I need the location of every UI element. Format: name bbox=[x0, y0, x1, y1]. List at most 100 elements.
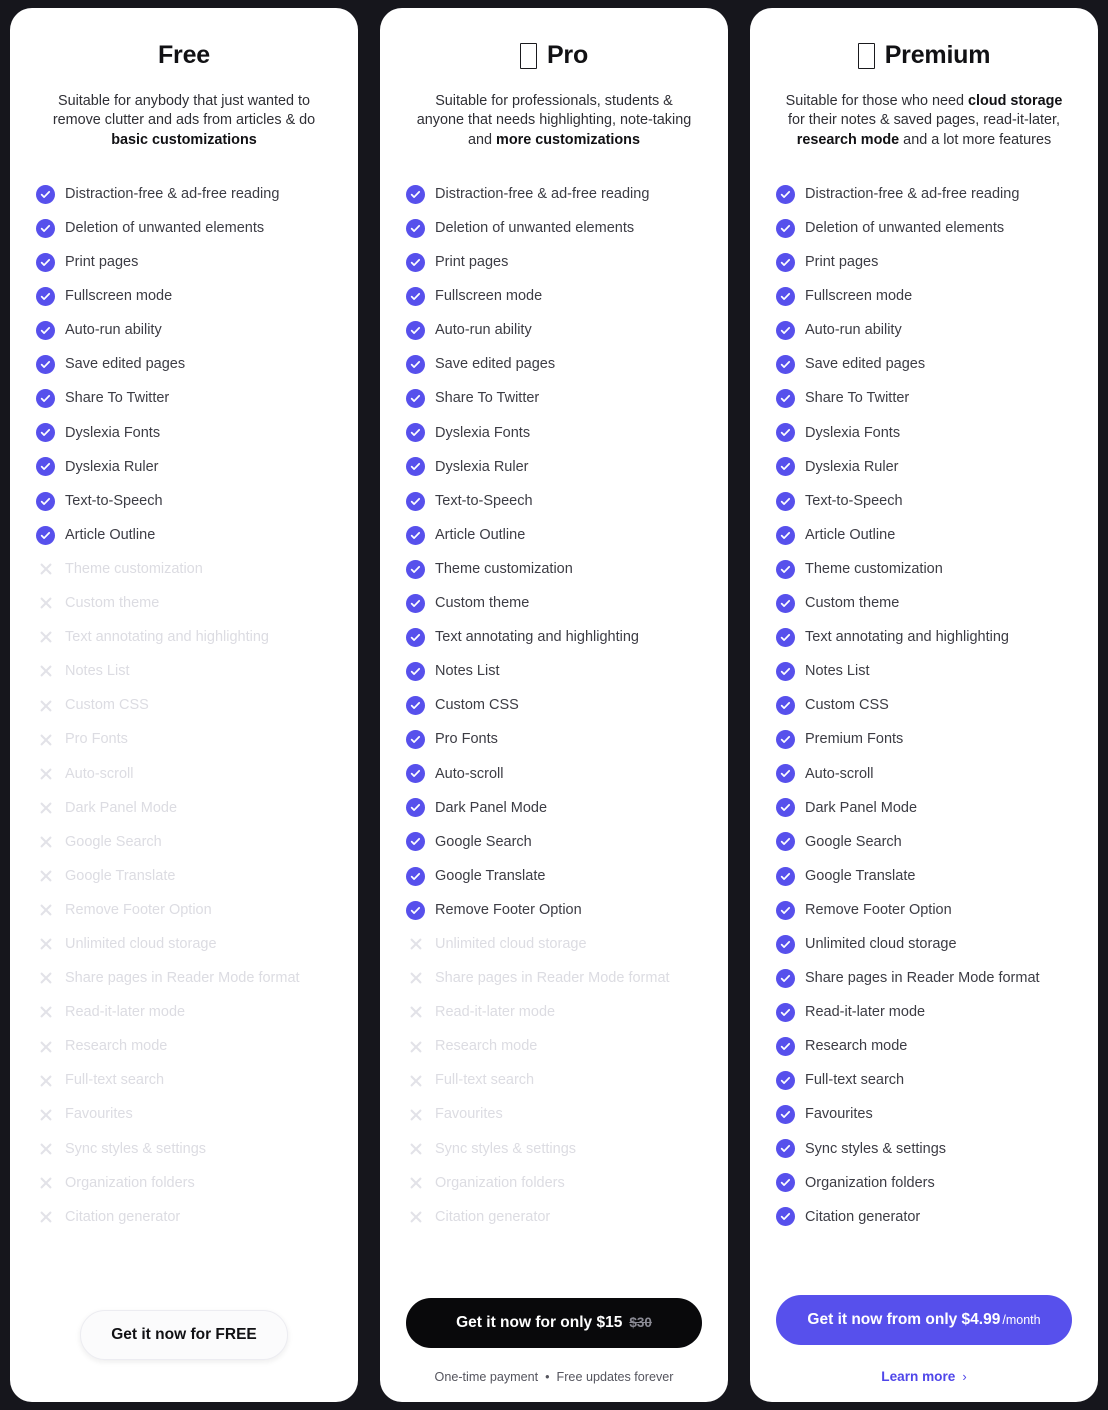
feature-item: Theme customization bbox=[776, 552, 1072, 586]
feature-item: Google Search bbox=[36, 825, 332, 859]
cross-icon bbox=[406, 1037, 425, 1056]
cross-icon bbox=[36, 1105, 55, 1124]
feature-item: Unlimited cloud storage bbox=[36, 927, 332, 961]
feature-label: Full-text search bbox=[65, 1072, 165, 1089]
feature-item: Premium Fonts bbox=[776, 723, 1072, 757]
cross-icon bbox=[36, 1071, 55, 1090]
feature-item: Share To Twitter bbox=[776, 382, 1072, 416]
cross-icon bbox=[36, 560, 55, 579]
learn-more-label: Learn more bbox=[881, 1369, 956, 1384]
feature-label: Fullscreen mode bbox=[435, 288, 543, 305]
feature-item: Sync styles & settings bbox=[36, 1132, 332, 1166]
check-circle-icon bbox=[776, 1105, 795, 1125]
check-circle-icon bbox=[776, 218, 795, 238]
cross-icon bbox=[36, 1003, 55, 1022]
feature-label: Fullscreen mode bbox=[65, 288, 173, 305]
check-circle-icon bbox=[406, 491, 425, 511]
feature-item: Citation generator bbox=[776, 1200, 1072, 1234]
feature-label: Full-text search bbox=[805, 1072, 905, 1089]
cta-button-free[interactable]: Get it now for FREE bbox=[80, 1310, 288, 1360]
feature-label: Distraction-free & ad-free reading bbox=[65, 185, 280, 202]
feature-label: Remove Footer Option bbox=[435, 901, 582, 918]
plan-name: Premium bbox=[884, 41, 991, 69]
check-circle-icon bbox=[36, 321, 55, 341]
cross-icon bbox=[36, 832, 55, 851]
feature-item: Custom CSS bbox=[406, 689, 702, 723]
feature-item: Auto-scroll bbox=[406, 757, 702, 791]
feature-list-free: Distraction-free & ad-free reading Deleti… bbox=[36, 177, 332, 1234]
feature-label: Share To Twitter bbox=[435, 390, 540, 407]
cross-icon bbox=[406, 1139, 425, 1158]
feature-label: Citation generator bbox=[65, 1208, 181, 1225]
check-circle-icon bbox=[776, 1037, 795, 1057]
feature-item: Auto-run ability bbox=[36, 314, 332, 348]
cross-icon bbox=[36, 867, 55, 886]
feature-label: Premium Fonts bbox=[805, 731, 904, 748]
feature-item: Theme customization bbox=[406, 552, 702, 586]
feature-item: Remove Footer Option bbox=[406, 893, 702, 927]
feature-label: Custom theme bbox=[435, 595, 530, 612]
feature-label: Google Translate bbox=[435, 867, 546, 884]
feature-item: Read-it-later mode bbox=[406, 995, 702, 1029]
feature-label: Text-to-Speech bbox=[65, 492, 163, 509]
cta-old-price: $30 bbox=[629, 1315, 652, 1330]
feature-item: Read-it-later mode bbox=[36, 995, 332, 1029]
feature-item: Dark Panel Mode bbox=[776, 791, 1072, 825]
feature-item: Save edited pages bbox=[36, 348, 332, 382]
check-circle-icon bbox=[406, 764, 425, 784]
feature-item: Fullscreen mode bbox=[406, 279, 702, 313]
check-circle-icon bbox=[776, 321, 795, 341]
feature-item: Deletion of unwanted elements bbox=[406, 211, 702, 245]
feature-item: Share pages in Reader Mode format bbox=[36, 961, 332, 995]
plan-footer-free: Get it now for FREE bbox=[36, 1290, 332, 1384]
feature-label: Share pages in Reader Mode format bbox=[65, 970, 300, 987]
plan-footer-premium: Get it now from only $4.99/month Learn mo… bbox=[776, 1275, 1072, 1384]
feature-item: Favourites bbox=[776, 1098, 1072, 1132]
feature-item: Auto-scroll bbox=[776, 757, 1072, 791]
feature-label: Organization folders bbox=[805, 1174, 935, 1191]
check-circle-icon bbox=[406, 218, 425, 238]
feature-label: Google Search bbox=[805, 833, 902, 850]
feature-label: Print pages bbox=[65, 254, 139, 271]
check-circle-icon bbox=[36, 423, 55, 443]
feature-label: Read-it-later mode bbox=[435, 1004, 556, 1021]
check-circle-icon bbox=[776, 355, 795, 375]
learn-more-link[interactable]: Learn more › bbox=[881, 1369, 966, 1384]
feature-label: Favourites bbox=[435, 1106, 503, 1123]
feature-item: Article Outline bbox=[776, 518, 1072, 552]
feature-label: Favourites bbox=[65, 1106, 133, 1123]
feature-label: Dyslexia Fonts bbox=[805, 424, 901, 441]
feature-label: Article Outline bbox=[805, 526, 896, 543]
feature-label: Custom theme bbox=[805, 595, 900, 612]
cross-icon bbox=[406, 1071, 425, 1090]
cross-icon bbox=[36, 1173, 55, 1192]
feature-item: Sync styles & settings bbox=[406, 1132, 702, 1166]
feature-label: Read-it-later mode bbox=[65, 1004, 186, 1021]
feature-label: Pro Fonts bbox=[65, 731, 128, 748]
check-circle-icon bbox=[776, 832, 795, 852]
cta-button-pro[interactable]: Get it now for only $15 $30 bbox=[406, 1298, 702, 1348]
feature-label: Auto-scroll bbox=[805, 765, 874, 782]
plan-card-pro: Pro Suitable for professionals, students … bbox=[380, 8, 728, 1402]
feature-label: Notes List bbox=[435, 663, 500, 680]
feature-item: Save edited pages bbox=[406, 348, 702, 382]
feature-item: Theme customization bbox=[36, 552, 332, 586]
feature-label: Unlimited cloud storage bbox=[805, 935, 957, 952]
plan-title-free: Free bbox=[36, 41, 332, 70]
cta-button-premium[interactable]: Get it now from only $4.99/month bbox=[776, 1295, 1072, 1345]
cta-label: Get it now from only $4.99 bbox=[807, 1311, 1001, 1328]
footer-note-left: One-time payment bbox=[434, 1370, 539, 1384]
plan-description-premium: Suitable for those who need cloud storag… bbox=[785, 92, 1063, 149]
cross-icon bbox=[36, 798, 55, 817]
feature-item: Custom theme bbox=[36, 586, 332, 620]
feature-item: Deletion of unwanted elements bbox=[36, 211, 332, 245]
feature-item: Dyslexia Fonts bbox=[776, 416, 1072, 450]
feature-list-pro: Distraction-free & ad-free reading Deleti… bbox=[406, 177, 702, 1234]
feature-item: Notes List bbox=[776, 654, 1072, 688]
check-circle-icon bbox=[776, 730, 795, 750]
feature-item: Article Outline bbox=[36, 518, 332, 552]
feature-item: Research mode bbox=[776, 1029, 1072, 1063]
plan-title-pro: Pro bbox=[406, 41, 702, 70]
check-circle-icon bbox=[776, 696, 795, 716]
feature-item: Full-text search bbox=[36, 1064, 332, 1098]
